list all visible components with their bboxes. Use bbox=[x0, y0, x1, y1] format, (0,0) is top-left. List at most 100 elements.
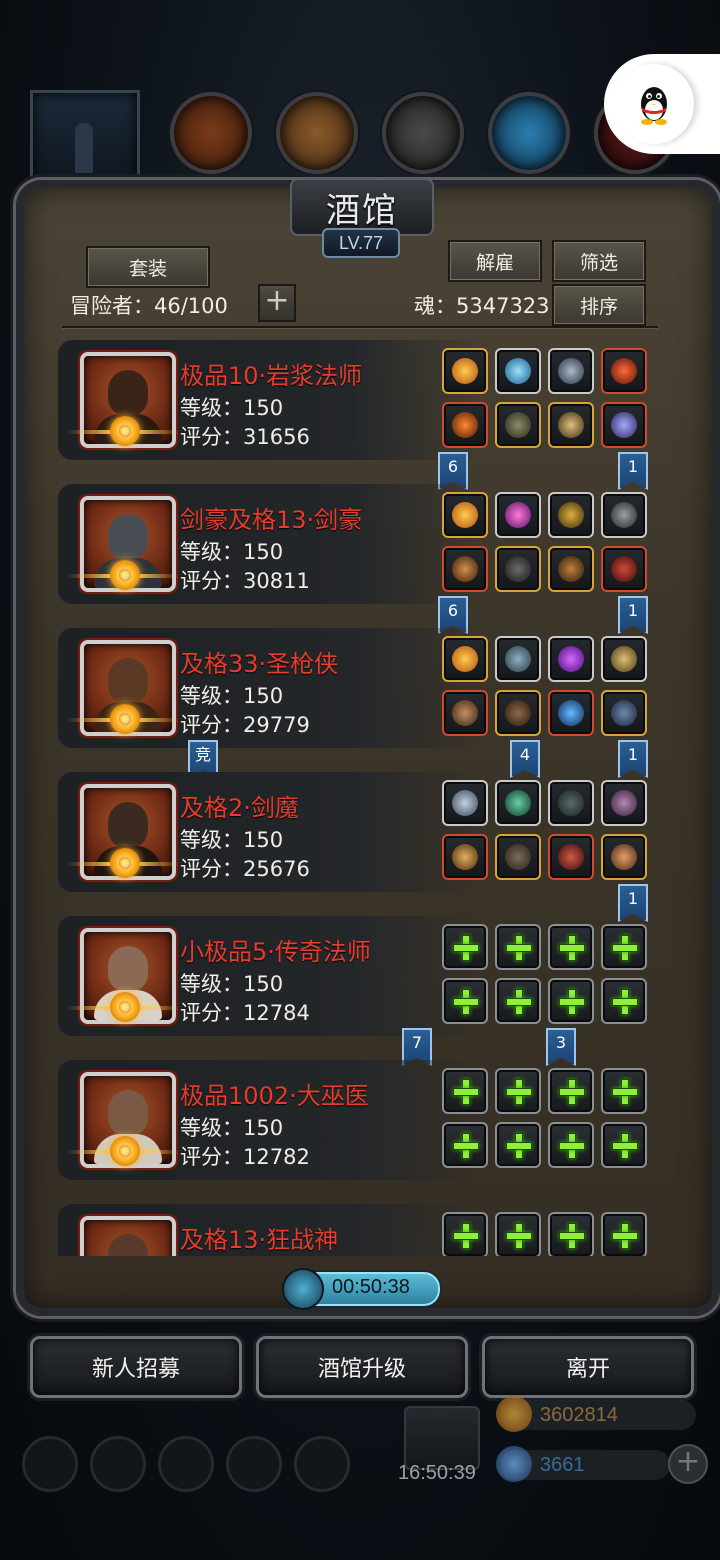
empty-equip-slot[interactable] bbox=[495, 1212, 541, 1256]
equip-slot-amulet[interactable] bbox=[442, 492, 488, 538]
equip-slot-staff[interactable] bbox=[442, 402, 488, 448]
equip-slot-amulet[interactable] bbox=[442, 636, 488, 682]
empty-equip-slot[interactable] bbox=[601, 1068, 647, 1114]
suit-button[interactable]: 套装 bbox=[86, 246, 210, 288]
equip-slot-armor[interactable] bbox=[495, 546, 541, 592]
empty-equip-slot[interactable] bbox=[442, 1212, 488, 1256]
equip-slot-pet[interactable] bbox=[601, 402, 647, 448]
filter-button[interactable]: 筛选 bbox=[552, 240, 646, 282]
dismiss-button[interactable]: 解雇 bbox=[448, 240, 542, 282]
plant-icon bbox=[505, 790, 531, 816]
hero-score: 评分：31656 bbox=[180, 425, 310, 449]
dagger-icon bbox=[558, 844, 584, 870]
equip-slot-staff[interactable] bbox=[442, 834, 488, 880]
empty-equip-slot[interactable] bbox=[601, 924, 647, 970]
achievement-icon[interactable] bbox=[90, 1436, 146, 1492]
add-equip-icon bbox=[453, 989, 479, 1015]
add-gems-button[interactable]: + bbox=[668, 1444, 708, 1484]
equip-slot-dagger[interactable] bbox=[548, 834, 594, 880]
empty-equip-slot[interactable] bbox=[548, 978, 594, 1024]
empty-equip-slot[interactable] bbox=[495, 1068, 541, 1114]
empty-equip-slot[interactable] bbox=[601, 978, 647, 1024]
top-meat-icon[interactable] bbox=[170, 92, 252, 174]
hero-list[interactable]: 极品10·岩浆法师 等级：150 评分：31656 6 1 剑豪及格13·剑豪 … bbox=[54, 338, 668, 1256]
equip-slot-sword[interactable] bbox=[442, 546, 488, 592]
add-adventurer-slot-button[interactable]: + bbox=[258, 284, 296, 322]
equip-slot-gun[interactable] bbox=[442, 690, 488, 736]
empty-equip-slot[interactable] bbox=[442, 1122, 488, 1168]
equip-slot-axe[interactable] bbox=[548, 546, 594, 592]
hero-figure-icon bbox=[75, 123, 93, 173]
empty-equip-slot[interactable] bbox=[548, 1122, 594, 1168]
equip-slot-armor[interactable] bbox=[495, 690, 541, 736]
empty-equip-slot[interactable] bbox=[601, 1212, 647, 1256]
top-stone-icon[interactable] bbox=[382, 92, 464, 174]
hero-card[interactable]: 及格33·圣枪侠 等级：150 评分：29779 bbox=[58, 628, 658, 748]
mail-icon[interactable] bbox=[226, 1436, 282, 1492]
empty-equip-slot[interactable] bbox=[442, 924, 488, 970]
page-title: 酒馆 bbox=[326, 190, 398, 231]
sort-button[interactable]: 排序 bbox=[552, 284, 646, 326]
scroll-icon bbox=[611, 844, 637, 870]
empty-equip-slot[interactable] bbox=[442, 1068, 488, 1114]
upgrade-tavern-button[interactable]: 酒馆升级 bbox=[256, 1336, 468, 1398]
equip-slot-gem[interactable] bbox=[548, 636, 594, 682]
empty-equip-slot[interactable] bbox=[548, 924, 594, 970]
hero-portrait[interactable] bbox=[80, 1216, 176, 1256]
equip-slot-gem[interactable] bbox=[495, 492, 541, 538]
equip-slot-trident[interactable] bbox=[601, 492, 647, 538]
empty-equip-slot[interactable] bbox=[442, 978, 488, 1024]
hero-score: 评分：12782 bbox=[180, 1145, 310, 1169]
equip-slot-ring[interactable] bbox=[442, 780, 488, 826]
hero-score: 评分：29779 bbox=[180, 713, 310, 737]
equip-slot-armor[interactable] bbox=[495, 402, 541, 448]
hero-card[interactable]: 小极品5·传奇法师 等级：150 评分：12784 bbox=[58, 916, 658, 1036]
star-emblem-icon bbox=[110, 704, 140, 734]
adventurer-count: 冒险者：46/100 bbox=[70, 294, 228, 318]
equipment-slots bbox=[442, 636, 662, 748]
recruit-button[interactable]: 新人招募 bbox=[30, 1336, 242, 1398]
quest-icon[interactable] bbox=[158, 1436, 214, 1492]
equip-slot-ring[interactable] bbox=[548, 402, 594, 448]
empty-equip-slot[interactable] bbox=[548, 1068, 594, 1114]
hero-card[interactable]: 极品1002·大巫医 等级：150 评分：12782 bbox=[58, 1060, 658, 1180]
hero-card[interactable]: 极品10·岩浆法师 等级：150 评分：31656 bbox=[58, 340, 658, 460]
top-hero-portrait[interactable] bbox=[30, 90, 140, 192]
hero-card[interactable]: 及格13·狂战神 bbox=[58, 1204, 658, 1256]
equip-slot-scroll[interactable] bbox=[601, 834, 647, 880]
equip-slot-plant[interactable] bbox=[495, 780, 541, 826]
equip-slot-scepter[interactable] bbox=[548, 492, 594, 538]
equip-slot-key[interactable] bbox=[601, 636, 647, 682]
equip-slot-armor[interactable] bbox=[495, 834, 541, 880]
equip-slot-helm[interactable] bbox=[548, 348, 594, 394]
empty-equip-slot[interactable] bbox=[495, 924, 541, 970]
hero-score: 评分：12784 bbox=[180, 1001, 310, 1025]
equip-slot-crystal[interactable] bbox=[548, 690, 594, 736]
add-equip-icon bbox=[506, 1223, 532, 1249]
top-wood-icon[interactable] bbox=[276, 92, 358, 174]
equip-slot-stone[interactable] bbox=[548, 780, 594, 826]
add-equip-icon bbox=[453, 1133, 479, 1159]
top-crystal-icon[interactable] bbox=[488, 92, 570, 174]
hero-level: 等级：150 bbox=[180, 396, 284, 420]
star-emblem-icon bbox=[110, 992, 140, 1022]
equip-slot-amulet[interactable] bbox=[442, 348, 488, 394]
hero-card[interactable]: 及格2·剑魔 等级：150 评分：25676 bbox=[58, 772, 658, 892]
equip-slot-beast[interactable] bbox=[601, 546, 647, 592]
empty-equip-slot[interactable] bbox=[495, 1122, 541, 1168]
add-equip-icon bbox=[612, 1079, 638, 1105]
settings-icon[interactable] bbox=[22, 1436, 78, 1492]
equip-slot-key[interactable] bbox=[601, 348, 647, 394]
empty-equip-slot[interactable] bbox=[495, 978, 541, 1024]
leave-button[interactable]: 离开 bbox=[482, 1336, 694, 1398]
empty-equip-slot[interactable] bbox=[601, 1122, 647, 1168]
equip-slot-pendant[interactable] bbox=[601, 690, 647, 736]
equip-slot-beast[interactable] bbox=[601, 780, 647, 826]
gift-box-icon[interactable] bbox=[404, 1406, 480, 1470]
map-icon[interactable] bbox=[294, 1436, 350, 1492]
equip-slot-stone[interactable] bbox=[495, 636, 541, 682]
qq-float-button[interactable] bbox=[604, 54, 720, 154]
hero-card[interactable]: 剑豪及格13·剑豪 等级：150 评分：30811 bbox=[58, 484, 658, 604]
equip-slot-orb[interactable] bbox=[495, 348, 541, 394]
empty-equip-slot[interactable] bbox=[548, 1212, 594, 1256]
